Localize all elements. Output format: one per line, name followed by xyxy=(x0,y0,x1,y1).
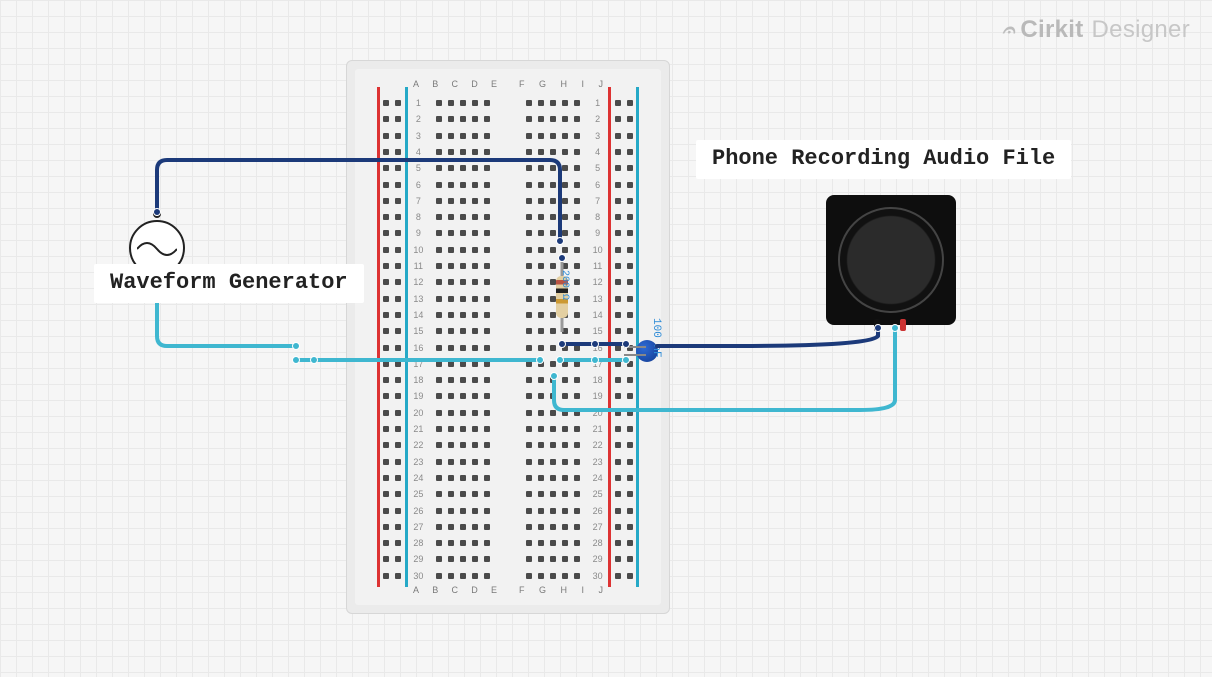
brand-name: Cirkit xyxy=(1020,16,1083,44)
label-phone-recording: Phone Recording Audio File xyxy=(696,140,1071,179)
node-bb-F11[interactable] xyxy=(558,254,566,262)
breadboard-row: 2323 xyxy=(355,454,661,470)
breadboard-row: 2121 xyxy=(355,421,661,437)
breadboard-row: 33 xyxy=(355,128,661,144)
brand-scribble-icon: 𝄐 xyxy=(1002,17,1015,43)
breadboard-row: 11 xyxy=(355,95,661,111)
node-speaker-neg[interactable] xyxy=(874,324,882,332)
breadboard-row: 66 xyxy=(355,177,661,193)
node-bb-F17[interactable] xyxy=(556,356,564,364)
node-bb-H17[interactable] xyxy=(591,356,599,364)
column-labels-bottom: A B C D E F G H I J xyxy=(355,585,661,595)
label-waveform-generator: Waveform Generator xyxy=(94,264,364,303)
breadboard-row: 2424 xyxy=(355,470,661,486)
breadboard-row: 2222 xyxy=(355,437,661,453)
capacitor-value-label: 100 nF xyxy=(650,318,662,358)
breadboard[interactable]: A B C D E F G H I J A B C D E xyxy=(346,60,670,614)
speaker-pin-pos[interactable] xyxy=(900,319,906,331)
sine-wave-icon xyxy=(137,242,177,256)
breadboard-surface: A B C D E F G H I J A B C D E xyxy=(355,69,661,605)
brand-tagline: Designer xyxy=(1092,16,1190,44)
breadboard-row: 3030 xyxy=(355,568,661,584)
node-bb-E17[interactable] xyxy=(536,356,544,364)
breadboard-row: 2727 xyxy=(355,519,661,535)
breadboard-row: 2828 xyxy=(355,535,661,551)
breadboard-row: 2626 xyxy=(355,503,661,519)
breadboard-row: 44 xyxy=(355,144,661,160)
column-labels-top: A B C D E F G H I J xyxy=(355,79,661,89)
node-speaker-pos[interactable] xyxy=(891,324,899,332)
breadboard-row: 2020 xyxy=(355,405,661,421)
node-bb-F18[interactable] xyxy=(550,372,558,380)
node-wfg-top[interactable] xyxy=(153,208,161,216)
wire-signal-cap-to-speaker[interactable] xyxy=(657,328,878,346)
breadboard-row: 1414 xyxy=(355,307,661,323)
node-rail-17a[interactable] xyxy=(292,356,300,364)
node-bb-J16[interactable] xyxy=(622,340,630,348)
speaker-cone-icon xyxy=(838,207,944,313)
node-rail-17b[interactable] xyxy=(310,356,318,364)
breadboard-row: 55 xyxy=(355,160,661,176)
node-bb-F10[interactable] xyxy=(556,237,564,245)
resistor-value-label: 200 Ω xyxy=(559,270,570,300)
breadboard-row: 22 xyxy=(355,111,661,127)
brand-watermark: 𝄐 Cirkit Designer xyxy=(1002,16,1190,44)
node-bb-H16[interactable] xyxy=(591,340,599,348)
breadboard-row: 77 xyxy=(355,193,661,209)
node-bb-F16-dark[interactable] xyxy=(558,340,566,348)
breadboard-row: 1010 xyxy=(355,242,661,258)
node-bb-J17[interactable] xyxy=(622,356,630,364)
speaker[interactable] xyxy=(826,195,956,325)
node-rail-16[interactable] xyxy=(292,342,300,350)
breadboard-row: 1616 xyxy=(355,340,661,356)
breadboard-row: 88 xyxy=(355,209,661,225)
breadboard-row: 1111 xyxy=(355,258,661,274)
breadboard-row: 1919 xyxy=(355,388,661,404)
breadboard-row: 2525 xyxy=(355,486,661,502)
breadboard-row: 1313 xyxy=(355,291,661,307)
resistor-lead-bot xyxy=(561,318,564,332)
breadboard-row: 1717 xyxy=(355,356,661,372)
breadboard-row: 99 xyxy=(355,225,661,241)
breadboard-row: 2929 xyxy=(355,551,661,567)
breadboard-row: 1212 xyxy=(355,274,661,290)
breadboard-row: 1818 xyxy=(355,372,661,388)
breadboard-row: 1515 xyxy=(355,323,661,339)
breadboard-rows: 1122334455667788991010111112121313141415… xyxy=(355,95,661,579)
